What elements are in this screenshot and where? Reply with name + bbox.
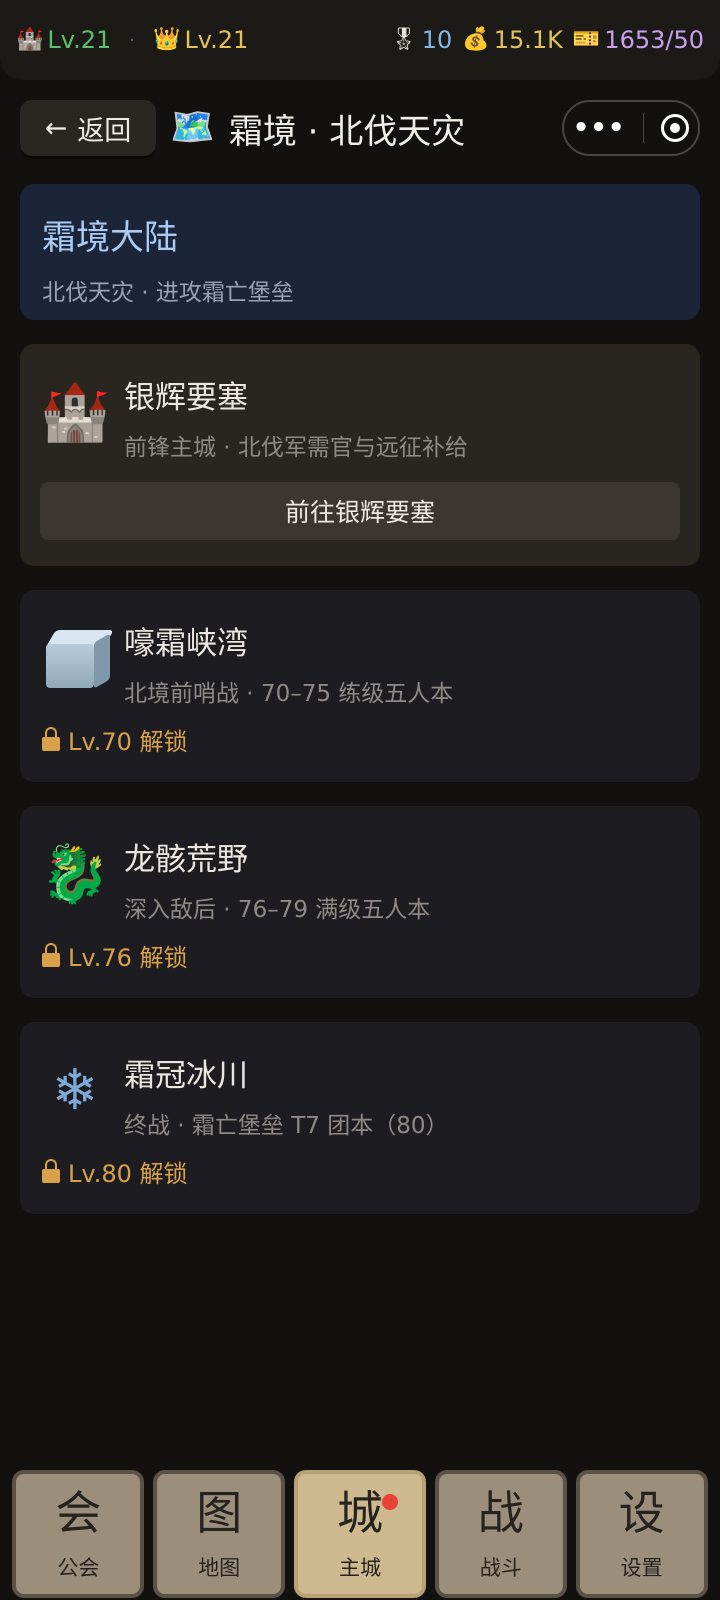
castle-icon: 🏰 [40,380,110,445]
gold-count: 💰 15.1K [462,26,563,54]
dungeon-text: 龙骸荒野 深入敌后 · 76–79 满级五人本 [124,840,430,924]
nav-guild[interactable]: 会 公会 [12,1470,145,1598]
nav-label: 战斗 [479,1556,522,1580]
castle-icon: 🏰 [16,27,44,52]
nav-battle[interactable]: 战 战斗 [434,1470,567,1598]
fortress-card: 🏰 银辉要塞 前锋主城 · 北伐军需官与远征补给 前往银辉要塞 [20,344,700,566]
nav-main-city[interactable]: 城 主城 [293,1470,426,1598]
unlock-requirement: Lv.70 解锁 [42,722,188,757]
money-bag-icon: 💰 [462,27,490,52]
dungeon-subtitle: 终战 · 霜亡堡垒 T7 团本（80） [124,1113,449,1139]
nav-label: 设置 [620,1556,663,1580]
top-bar: ← 返回 🗺️ 霜境 · 北伐天灾 ••• [20,100,700,156]
fortress-head: 🏰 银辉要塞 前锋主城 · 北伐军需官与远征补给 [40,378,468,462]
dungeon-name: 霜冠冰川 [124,1058,248,1094]
separator-dot: · [129,29,136,51]
lock-icon [42,726,60,751]
nav-label: 主城 [338,1556,381,1580]
back-button[interactable]: ← 返回 [20,100,156,156]
ice-cube-icon [40,624,114,694]
guild-glyph-icon: 会 [55,1486,102,1540]
nav-settings[interactable]: 设 设置 [575,1470,708,1598]
unlock-level: Lv.76 解锁 [68,944,188,972]
lock-icon [42,942,60,967]
dungeon-card[interactable]: 嚎霜峡湾 北境前哨战 · 70–75 练级五人本 Lv.70 解锁 [20,590,700,782]
ticket-count: 🎫 1653/50 [573,26,704,54]
dungeon-text: 嚎霜峡湾 北境前哨战 · 70–75 练级五人本 [124,624,453,708]
dungeon-text: 霜冠冰川 终战 · 霜亡堡垒 T7 团本（80） [124,1056,449,1140]
status-left: 🏰 Lv.21 · 👑 Lv.21 [16,26,248,54]
more-menu-icon[interactable]: ••• [573,113,626,143]
nav-label: 地图 [198,1556,241,1580]
dungeon-subtitle: 深入敌后 · 76–79 满级五人本 [124,897,431,923]
crown-level: 👑 Lv.21 [153,26,248,54]
notification-dot [381,1494,398,1510]
medal-value: 10 [421,26,453,54]
title-wrap: 🗺️ 霜境 · 北伐天灾 [170,104,465,153]
close-miniprogram-icon[interactable] [661,114,690,142]
back-arrow-icon: ← [44,112,68,144]
capsule-divider [642,113,644,143]
dungeon-head: 嚎霜峡湾 北境前哨战 · 70–75 练级五人本 [40,624,453,708]
map-glyph-icon: 图 [196,1486,243,1540]
ticket-icon: 🎫 [572,27,601,52]
dungeon-card[interactable]: ❄ 霜冠冰川 终战 · 霜亡堡垒 T7 团本（80） Lv.80 解锁 [20,1022,700,1214]
dungeon-head: ❄ 霜冠冰川 终战 · 霜亡堡垒 T7 团本（80） [40,1056,449,1140]
region-name: 霜境大陆 [42,218,178,258]
crown-icon: 👑 [153,27,181,52]
unlock-requirement: Lv.80 解锁 [42,1154,188,1189]
medal-count: 🎖 10 [390,26,452,54]
battle-glyph-icon: 战 [477,1486,524,1540]
nav-label: 公会 [57,1556,100,1580]
miniprogram-capsule: ••• [562,100,700,156]
unlock-requirement: Lv.76 解锁 [42,938,188,973]
fortress-subtitle: 前锋主城 · 北伐军需官与远征补给 [124,435,468,461]
back-label: 返回 [77,115,132,147]
castle-level: 🏰 Lv.21 [16,26,111,54]
fortress-text: 银辉要塞 前锋主城 · 北伐军需官与远征补给 [124,378,468,462]
ticket-value: 1653/50 [604,26,704,54]
bottom-nav: 会 公会 图 地图 城 主城 战 战斗 设 设置 [0,1470,720,1600]
dungeon-subtitle: 北境前哨战 · 70–75 练级五人本 [124,681,454,707]
lock-icon [42,1158,60,1183]
snowflake-icon: ❄ [51,1058,99,1123]
dragon-icon: 🐉 [40,842,110,907]
fortress-name: 银辉要塞 [124,380,248,416]
nav-map[interactable]: 图 地图 [153,1470,286,1598]
dungeon-card[interactable]: 🐉 龙骸荒野 深入敌后 · 76–79 满级五人本 Lv.76 解锁 [20,806,700,998]
unlock-level: Lv.70 解锁 [68,728,188,756]
unlock-level: Lv.80 解锁 [68,1160,188,1188]
status-right: 🎖 10 💰 15.1K 🎫 1653/50 [390,26,704,54]
city-glyph-icon: 城 [336,1486,383,1540]
world-map-icon: 🗺️ [170,107,215,148]
region-subtitle: 北伐天灾 · 进攻霜亡堡垒 [42,280,294,306]
go-to-fortress-button[interactable]: 前往银辉要塞 [40,482,680,540]
dungeon-name: 龙骸荒野 [124,842,248,878]
dungeon-name: 嚎霜峡湾 [124,626,248,662]
dungeon-head: 🐉 龙骸荒野 深入敌后 · 76–79 满级五人本 [40,840,430,924]
castle-level-value: Lv.21 [47,26,112,54]
gold-value: 15.1K [493,26,563,54]
medal-icon: 🎖 [389,27,418,52]
region-card: 霜境大陆 北伐天灾 · 进攻霜亡堡垒 [20,184,700,320]
crown-level-value: Lv.21 [184,26,249,54]
page-title: 霜境 · 北伐天灾 [228,111,466,152]
status-bar: 🏰 Lv.21 · 👑 Lv.21 🎖 10 💰 15.1K 🎫 1653/50 [0,0,720,80]
settings-glyph-icon: 设 [618,1486,665,1540]
